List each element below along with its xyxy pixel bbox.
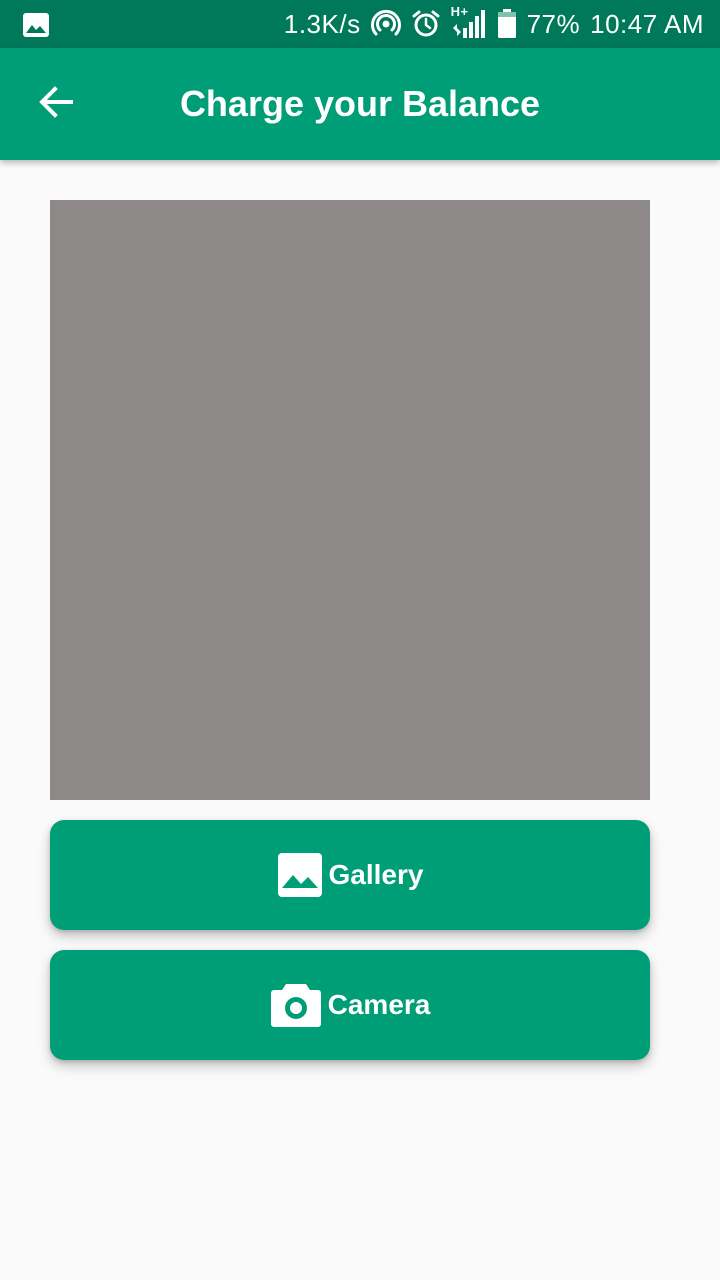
image-icon [277, 852, 323, 898]
arrow-back-icon [38, 84, 74, 125]
gallery-button-label: Gallery [328, 859, 424, 890]
hotspot-icon [370, 9, 401, 39]
alarm-icon [411, 9, 441, 39]
app-bar: Charge your Balance [0, 48, 720, 160]
camera-button-label: Camera [327, 989, 431, 1020]
image-notification-icon [22, 12, 50, 38]
camera-button[interactable]: Camera [50, 950, 650, 1060]
clock: 10:47 AM [590, 8, 704, 39]
gallery-button[interactable]: Gallery [50, 820, 650, 930]
image-preview [50, 200, 650, 800]
battery-icon [497, 9, 517, 39]
page-title: Charge your Balance [179, 83, 541, 124]
signal-icon: H+ [451, 4, 487, 40]
battery-percentage: 77% [526, 8, 581, 39]
network-speed: 1.3K/s [283, 8, 361, 39]
status-bar: 1.3K/s H+ 77% 10:47 AM [0, 0, 720, 48]
status-indicators: 1.3K/s H+ 77% 10:47 AM [284, 0, 704, 48]
camera-icon [270, 982, 322, 1028]
back-button[interactable] [28, 78, 84, 130]
